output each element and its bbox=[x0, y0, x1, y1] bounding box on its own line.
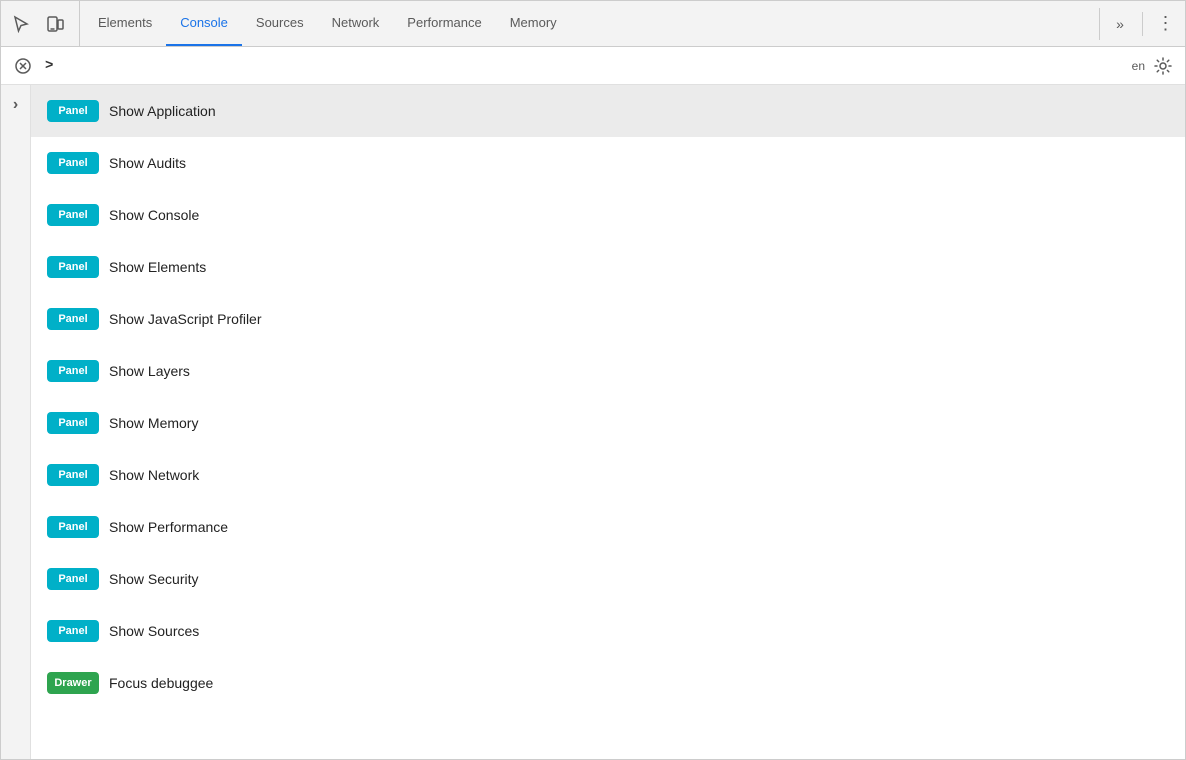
autocomplete-item-focus-debuggee[interactable]: Drawer Focus debuggee bbox=[31, 657, 1185, 709]
device-icon bbox=[46, 15, 64, 33]
badge-focus-debuggee: Drawer bbox=[47, 672, 99, 694]
prompt-symbol: > bbox=[45, 58, 53, 74]
more-tabs-icon: » bbox=[1116, 16, 1124, 32]
autocomplete-item-show-memory[interactable]: Panel Show Memory bbox=[31, 397, 1185, 449]
autocomplete-item-show-console[interactable]: Panel Show Console bbox=[31, 189, 1185, 241]
autocomplete-item-show-security[interactable]: Panel Show Security bbox=[31, 553, 1185, 605]
label-show-elements: Show Elements bbox=[109, 259, 206, 275]
badge-show-elements: Panel bbox=[47, 256, 99, 278]
tab-list: Elements Console Sources Network Perform… bbox=[84, 1, 1095, 46]
console-prompt-area: > bbox=[45, 58, 1124, 74]
badge-show-console: Panel bbox=[47, 204, 99, 226]
badge-show-layers: Panel bbox=[47, 360, 99, 382]
badge-show-audits: Panel bbox=[47, 152, 99, 174]
sidebar-expand-button[interactable]: › bbox=[4, 93, 28, 117]
label-show-security: Show Security bbox=[109, 571, 198, 587]
label-show-console: Show Console bbox=[109, 207, 199, 223]
autocomplete-item-show-network[interactable]: Panel Show Network bbox=[31, 449, 1185, 501]
autocomplete-item-show-audits[interactable]: Panel Show Audits bbox=[31, 137, 1185, 189]
badge-show-javascript-profiler: Panel bbox=[47, 308, 99, 330]
badge-show-application: Panel bbox=[47, 100, 99, 122]
toolbar-right-icons: » ⋮ bbox=[1099, 8, 1181, 40]
toolbar-left-icons bbox=[5, 1, 80, 46]
label-show-audits: Show Audits bbox=[109, 155, 186, 171]
filter-label: en bbox=[1132, 59, 1145, 73]
badge-show-network: Panel bbox=[47, 464, 99, 486]
main-toolbar: Elements Console Sources Network Perform… bbox=[1, 1, 1185, 47]
tab-memory[interactable]: Memory bbox=[496, 1, 571, 46]
tab-sources[interactable]: Sources bbox=[242, 1, 318, 46]
badge-show-performance: Panel bbox=[47, 516, 99, 538]
label-show-memory: Show Memory bbox=[109, 415, 198, 431]
badge-show-security: Panel bbox=[47, 568, 99, 590]
cursor-icon bbox=[12, 15, 30, 33]
kebab-menu-button[interactable]: ⋮ bbox=[1149, 8, 1181, 40]
subtoolbar-right: en bbox=[1132, 52, 1177, 80]
label-focus-debuggee: Focus debuggee bbox=[109, 675, 213, 691]
badge-show-sources: Panel bbox=[47, 620, 99, 642]
main-area: › Panel Show Application Panel Show Audi… bbox=[1, 85, 1185, 759]
label-show-javascript-profiler: Show JavaScript Profiler bbox=[109, 311, 262, 327]
tab-console[interactable]: Console bbox=[166, 1, 242, 46]
autocomplete-list: Panel Show Application Panel Show Audits… bbox=[31, 85, 1185, 709]
gear-icon bbox=[1154, 57, 1172, 75]
autocomplete-item-show-layers[interactable]: Panel Show Layers bbox=[31, 345, 1185, 397]
console-subtoolbar: > en bbox=[1, 47, 1185, 85]
autocomplete-dropdown: Panel Show Application Panel Show Audits… bbox=[31, 85, 1185, 759]
autocomplete-item-show-performance[interactable]: Panel Show Performance bbox=[31, 501, 1185, 553]
more-tabs-button[interactable]: » bbox=[1104, 8, 1136, 40]
autocomplete-item-show-application[interactable]: Panel Show Application bbox=[31, 85, 1185, 137]
kebab-icon: ⋮ bbox=[1157, 13, 1174, 34]
label-show-application: Show Application bbox=[109, 103, 216, 119]
clear-icon bbox=[14, 57, 32, 75]
devtools-window: Elements Console Sources Network Perform… bbox=[0, 0, 1186, 760]
tab-elements[interactable]: Elements bbox=[84, 1, 166, 46]
autocomplete-item-show-elements[interactable]: Panel Show Elements bbox=[31, 241, 1185, 293]
label-show-layers: Show Layers bbox=[109, 363, 190, 379]
label-show-performance: Show Performance bbox=[109, 519, 228, 535]
console-input[interactable] bbox=[61, 58, 1123, 73]
device-toolbar-button[interactable] bbox=[39, 8, 71, 40]
autocomplete-item-show-javascript-profiler[interactable]: Panel Show JavaScript Profiler bbox=[31, 293, 1185, 345]
tab-network[interactable]: Network bbox=[318, 1, 394, 46]
autocomplete-item-show-sources[interactable]: Panel Show Sources bbox=[31, 605, 1185, 657]
clear-console-button[interactable] bbox=[9, 52, 37, 80]
left-sidebar: › bbox=[1, 85, 31, 759]
inspect-element-button[interactable] bbox=[5, 8, 37, 40]
toolbar-separator bbox=[1142, 12, 1143, 36]
settings-button[interactable] bbox=[1149, 52, 1177, 80]
label-show-network: Show Network bbox=[109, 467, 199, 483]
label-show-sources: Show Sources bbox=[109, 623, 199, 639]
tab-performance[interactable]: Performance bbox=[393, 1, 495, 46]
chevron-right-icon: › bbox=[13, 96, 18, 114]
badge-show-memory: Panel bbox=[47, 412, 99, 434]
